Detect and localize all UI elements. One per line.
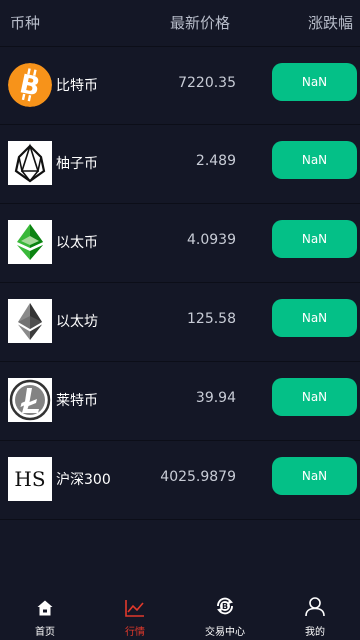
change-badge-button[interactable]: NaN — [272, 299, 357, 337]
user-icon — [304, 595, 326, 621]
list-header: 币种 最新价格 涨跌幅 — [0, 0, 360, 46]
change-badge-button[interactable]: NaN — [272, 457, 357, 495]
tab-label: 首页 — [35, 627, 55, 638]
coin-price: 2.489 — [195, 153, 236, 169]
coin-row-litecoin[interactable]: 莱特币 39.94 NaN — [0, 362, 360, 441]
bottom-tab-bar: 首页 行情 B 交易中心 我的 — [0, 596, 360, 640]
coin-price: 39.94 — [195, 390, 236, 406]
coin-row-bitcoin[interactable]: B 比特币 7220.35 NaN — [0, 46, 360, 125]
litecoin-icon — [8, 378, 52, 422]
coin-price: 125.58 — [187, 311, 236, 327]
bitcoin-icon: B — [8, 63, 52, 107]
hs-logo-text: HS — [14, 467, 46, 491]
trade-center-icon: B — [214, 595, 236, 621]
tab-home[interactable]: 首页 — [0, 596, 90, 640]
change-badge-button[interactable]: NaN — [272, 141, 357, 179]
coin-price: 4025.9879 — [160, 469, 236, 485]
coin-list: B 比特币 7220.35 NaN 柚子币 2.489 NaN 以太币 4.09… — [0, 46, 360, 520]
coin-name: 莱特币 — [56, 393, 98, 409]
home-icon — [36, 599, 54, 621]
tab-label: 交易中心 — [205, 627, 245, 638]
tab-profile[interactable]: 我的 — [270, 596, 360, 640]
coin-name: 沪深300 — [56, 472, 111, 488]
change-badge-button[interactable]: NaN — [272, 63, 357, 101]
coin-row-eos[interactable]: 柚子币 2.489 NaN — [0, 125, 360, 204]
coin-column-header: 币种 — [10, 14, 41, 32]
tab-label: 我的 — [305, 627, 325, 638]
tab-label: 行情 — [125, 627, 145, 638]
tab-trade-center[interactable]: B 交易中心 — [180, 596, 270, 640]
coin-name: 以太币 — [56, 235, 98, 251]
coin-row-hs300[interactable]: HS 沪深300 4025.9879 NaN — [0, 441, 360, 520]
price-column-header: 最新价格 — [170, 14, 231, 32]
change-badge-button[interactable]: NaN — [272, 220, 357, 258]
change-column-header: 涨跌幅 — [308, 14, 354, 32]
chart-icon — [125, 599, 145, 621]
svg-text:B: B — [222, 602, 228, 611]
eos-icon — [8, 141, 52, 185]
coin-row-ethereum-classic[interactable]: 以太币 4.0939 NaN — [0, 204, 360, 283]
coin-name: 以太坊 — [56, 314, 98, 330]
coin-price: 4.0939 — [187, 232, 236, 248]
ethereum-icon — [8, 299, 52, 343]
coin-name: 比特币 — [56, 78, 98, 94]
hs-logo: HS — [8, 457, 52, 501]
tab-market[interactable]: 行情 — [90, 596, 180, 640]
change-badge-button[interactable]: NaN — [272, 378, 357, 416]
ethereum-classic-icon — [8, 220, 52, 264]
coin-price: 7220.35 — [178, 75, 236, 91]
coin-name: 柚子币 — [56, 156, 98, 172]
coin-row-ethereum[interactable]: 以太坊 125.58 NaN — [0, 283, 360, 362]
